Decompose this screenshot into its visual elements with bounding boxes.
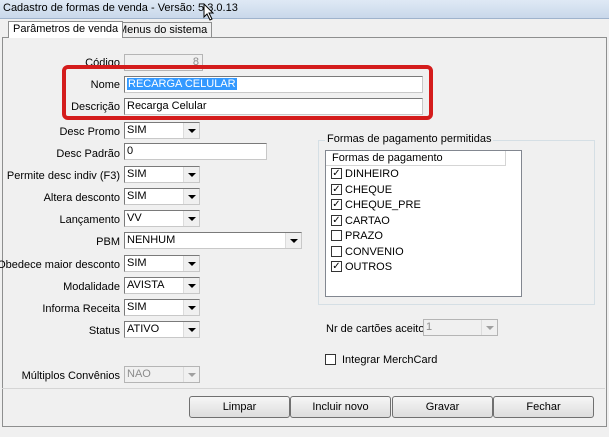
incluir-novo-button[interactable]: Incluir novo	[290, 396, 391, 418]
merchcard-checkbox-row[interactable]: Integrar MerchCard	[325, 353, 438, 366]
informa-receita-value: SIM	[127, 301, 147, 313]
chevron-down-icon[interactable]	[183, 256, 199, 271]
gravar-button[interactable]: Gravar	[392, 396, 493, 418]
checkbox-checked-icon[interactable]: ✓	[331, 183, 342, 195]
limpar-button[interactable]: Limpar	[189, 396, 290, 418]
multiplos-convenios-label: Múltiplos Convênios	[21, 370, 120, 382]
desc-promo-select[interactable]: SIM	[124, 122, 200, 139]
obedece-maior-desconto-label: Obedece maior desconto	[0, 259, 120, 271]
payment-item[interactable]: PRAZO	[331, 229, 383, 244]
payment-item-label: CARTAO	[345, 215, 390, 227]
payment-item[interactable]: ✓ CARTAO	[331, 214, 390, 229]
pbm-select[interactable]: NENHUM	[124, 232, 302, 249]
merchcard-checkbox[interactable]	[325, 353, 336, 365]
desc-promo-value: SIM	[127, 124, 147, 136]
payment-item[interactable]: ✓ CHEQUE_PRE	[331, 198, 421, 213]
chevron-down-icon[interactable]	[183, 211, 199, 226]
pbm-label: PBM	[96, 236, 120, 248]
altera-desconto-value: SIM	[127, 190, 147, 202]
payment-item-label: OUTROS	[345, 261, 393, 273]
checkbox-unchecked-icon[interactable]	[331, 245, 342, 257]
pbm-value: NENHUM	[127, 234, 176, 246]
mouse-cursor-icon	[203, 3, 215, 21]
payment-item-label: PRAZO	[345, 230, 383, 242]
payment-item[interactable]: CONVENIO	[331, 245, 404, 260]
multiplos-convenios-value: NAO	[127, 368, 151, 380]
payment-column-header[interactable]: Formas de pagamento	[326, 151, 506, 166]
status-select[interactable]: ATIVO	[124, 321, 200, 338]
chevron-down-icon[interactable]	[183, 167, 199, 182]
payment-item-label: CONVENIO	[345, 246, 404, 258]
status-label: Status	[88, 325, 120, 337]
chevron-down-icon	[183, 367, 199, 382]
chevron-down-icon[interactable]	[285, 233, 301, 248]
tab-parametros-de-venda[interactable]: Parâmetros de venda	[8, 21, 124, 38]
payment-item-label: CHEQUE_PRE	[345, 199, 421, 211]
desc-promo-label: Desc Promo	[59, 126, 120, 138]
obedece-maior-desconto-value: SIM	[127, 257, 147, 269]
nr-cartoes-label: Nr de cartões aceitos	[326, 323, 430, 335]
payment-item-label: DINHEIRO	[345, 168, 399, 180]
chevron-down-icon[interactable]	[183, 300, 199, 315]
permite-desc-indiv-label: Permite desc indiv (F3)	[6, 170, 120, 182]
checkbox-checked-icon[interactable]: ✓	[331, 260, 342, 272]
lancamento-select[interactable]: VV	[124, 210, 200, 227]
nr-cartoes-select: 1	[423, 319, 498, 336]
lancamento-label: Lançamento	[59, 214, 120, 226]
checkbox-checked-icon[interactable]: ✓	[331, 198, 342, 210]
nr-cartoes-value: 1	[426, 321, 433, 333]
merchcard-label: Integrar MerchCard	[342, 354, 438, 366]
checkbox-unchecked-icon[interactable]	[331, 229, 342, 241]
altera-desconto-label: Altera desconto	[43, 192, 120, 204]
desc-padrao-label: Desc Padrão	[56, 148, 120, 160]
desc-padrao-field[interactable]: 0	[124, 143, 267, 160]
chevron-down-icon	[481, 320, 497, 335]
informa-receita-label: Informa Receita	[42, 303, 120, 315]
chevron-down-icon[interactable]	[183, 278, 199, 293]
informa-receita-select[interactable]: SIM	[124, 299, 200, 316]
checkbox-checked-icon[interactable]: ✓	[331, 167, 342, 179]
status-value: ATIVO	[127, 323, 160, 335]
modalidade-select[interactable]: AVISTA	[124, 277, 200, 294]
permite-desc-indiv-select[interactable]: SIM	[124, 166, 200, 183]
checkbox-checked-icon[interactable]: ✓	[331, 214, 342, 226]
lancamento-value: VV	[127, 212, 142, 224]
obedece-maior-desconto-select[interactable]: SIM	[124, 255, 200, 272]
payment-item-label: CHEQUE	[345, 184, 393, 196]
altera-desconto-select[interactable]: SIM	[124, 188, 200, 205]
chevron-down-icon[interactable]	[183, 189, 199, 204]
modalidade-value: AVISTA	[127, 279, 165, 291]
chevron-down-icon[interactable]	[183, 322, 199, 337]
fechar-button[interactable]: Fechar	[493, 396, 594, 418]
chevron-down-icon[interactable]	[183, 123, 199, 138]
payment-item[interactable]: ✓ OUTROS	[331, 260, 392, 275]
tab-menus-do-sistema[interactable]: Menus do sistema	[113, 22, 213, 37]
highlight-box	[62, 65, 433, 120]
payment-item[interactable]: ✓ CHEQUE	[331, 183, 392, 198]
modalidade-label: Modalidade	[63, 281, 120, 293]
permite-desc-indiv-value: SIM	[127, 168, 147, 180]
multiplos-convenios-select: NAO	[124, 366, 200, 383]
payment-item[interactable]: ✓ DINHEIRO	[331, 167, 399, 182]
payment-group-title: Formas de pagamento permitidas	[325, 133, 494, 145]
